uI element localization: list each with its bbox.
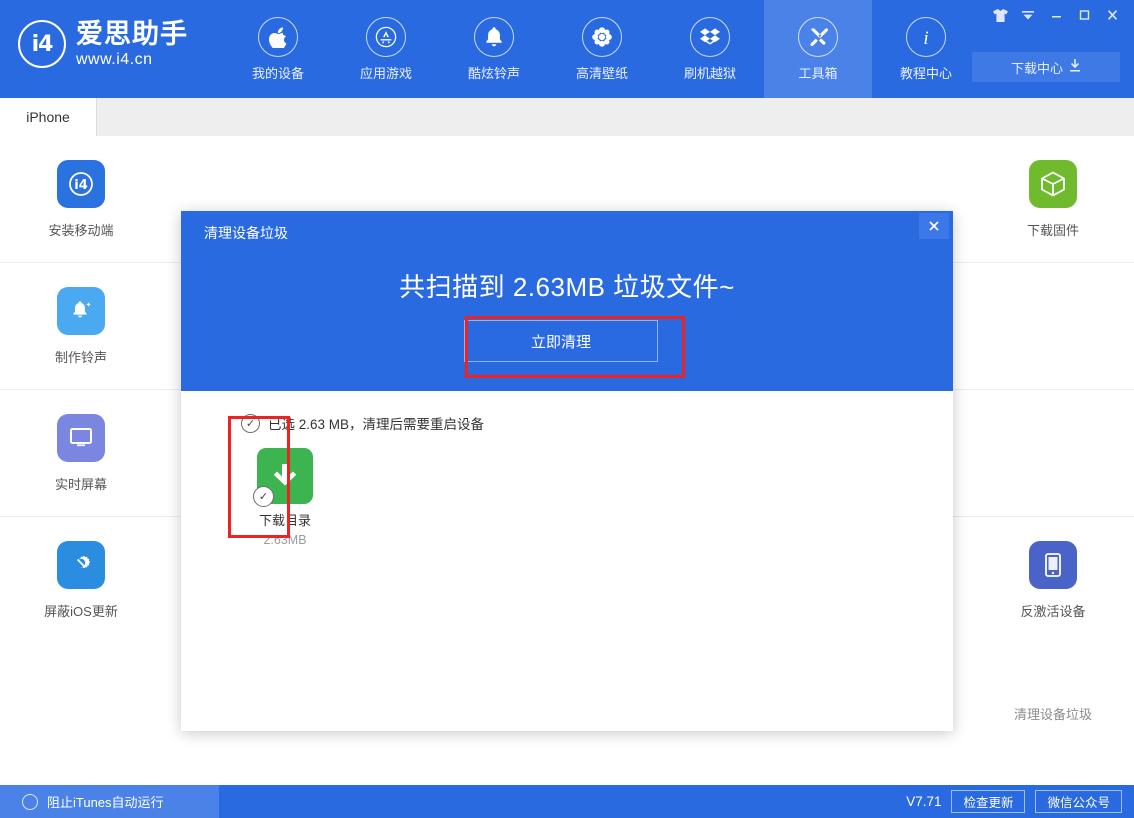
i4-logo-text: i4 <box>31 31 54 57</box>
nav-label: 应用游戏 <box>359 65 412 81</box>
content-area: iPhone i4 安装移动端 下载固件 制作铃声 实时屏幕 屏蔽iOS更新 反… <box>0 98 1134 785</box>
check-glyph: ✓ <box>258 491 269 503</box>
nav-label: 工具箱 <box>798 65 838 81</box>
check-update-label: 检查更新 <box>963 796 1014 810</box>
nav-item-tutorials[interactable]: i 教程中心 <box>872 0 980 98</box>
nav-item-apps-games[interactable]: 应用游戏 <box>332 0 440 98</box>
nav-label: 高清壁纸 <box>575 65 628 81</box>
clean-junk-dialog: 清理设备垃圾 共扫描到 2.63MB 垃圾文件~ 立即清理 ✓ 已选 2.63 <box>181 211 953 731</box>
file-icon-wrap: ✓ <box>253 448 313 507</box>
info-icon: i <box>906 16 946 57</box>
tool-make-ringtone[interactable]: 制作铃声 <box>0 263 162 390</box>
scan-result-headline: 共扫描到 2.63MB 垃圾文件~ <box>399 272 735 302</box>
version-label: V7.71 <box>906 794 942 809</box>
maximize-icon[interactable] <box>1072 5 1096 25</box>
dialog-body: ✓ 已选 2.63 MB，清理后需要重启设备 ✓ 下载目录 2.63MB <box>181 391 953 731</box>
monitor-icon <box>57 413 105 462</box>
apple-icon <box>258 16 298 57</box>
tool-download-firmware[interactable]: 下载固件 <box>972 136 1134 263</box>
tool-block-ios-update[interactable]: 屏蔽iOS更新 <box>0 517 162 644</box>
toggle-circle-icon <box>22 793 38 810</box>
app-header: i4 爱思助手 www.i4.cn 我的设备 应用游戏 酷炫铃声 高清壁纸 刷机… <box>0 0 1134 98</box>
tablet-icon <box>1029 541 1077 589</box>
gear-block-icon <box>57 541 105 589</box>
i4-app-icon: i4 <box>57 159 105 208</box>
tool-deactivate-device[interactable]: 反激活设备 <box>972 517 1134 644</box>
dropbox-icon <box>690 16 730 57</box>
nav-label: 我的设备 <box>251 65 304 81</box>
close-icon[interactable] <box>1100 5 1124 25</box>
status-bar: 阻止iTunes自动运行 V7.71 检查更新 微信公众号 <box>0 785 1134 818</box>
file-size: 2.63MB <box>263 533 307 547</box>
nav-item-ringtones[interactable]: 酷炫铃声 <box>440 0 548 98</box>
dialog-header: 清理设备垃圾 共扫描到 2.63MB 垃圾文件~ 立即清理 <box>181 211 953 391</box>
download-center-label: 下载中心 <box>1010 60 1063 76</box>
wechat-label: 微信公众号 <box>1047 796 1110 810</box>
dialog-title: 清理设备垃圾 <box>204 225 288 241</box>
svg-text:i4: i4 <box>74 178 88 193</box>
i4-logo-icon: i4 <box>18 20 66 68</box>
wechat-button[interactable]: 微信公众号 <box>1035 790 1122 813</box>
file-name: 下载目录 <box>258 513 311 528</box>
tool-realtime-screen[interactable]: 实时屏幕 <box>0 390 162 517</box>
minimize-icon[interactable] <box>1044 5 1068 25</box>
block-itunes-label: 阻止iTunes自动运行 <box>47 795 164 810</box>
tool-install-mobile[interactable]: i4 安装移动端 <box>0 136 162 263</box>
device-tabstrip: iPhone <box>0 98 1134 137</box>
clean-now-label: 立即清理 <box>530 333 591 351</box>
selection-status: ✓ 已选 2.63 MB，清理后需要重启设备 <box>241 413 484 433</box>
tool-label: 屏蔽iOS更新 <box>44 604 118 619</box>
check-update-button[interactable]: 检查更新 <box>951 790 1026 813</box>
select-all-checkbox[interactable]: ✓ <box>241 413 260 433</box>
block-itunes-toggle[interactable]: 阻止iTunes自动运行 <box>0 785 219 818</box>
status-bar-right: V7.71 检查更新 微信公众号 <box>906 785 1122 818</box>
tools-icon <box>798 16 838 57</box>
tool-slot-empty <box>972 390 1134 517</box>
window-controls <box>988 5 1124 25</box>
nav-label: 酷炫铃声 <box>467 65 520 81</box>
junk-item-download-folder[interactable]: ✓ 下载目录 2.63MB <box>233 448 337 547</box>
nav-label: 刷机越狱 <box>683 65 736 81</box>
tool-label: 实时屏幕 <box>54 476 107 492</box>
nav-item-wallpapers[interactable]: 高清壁纸 <box>548 0 656 98</box>
tab-iphone[interactable]: iPhone <box>0 98 97 136</box>
nav-item-my-device[interactable]: 我的设备 <box>224 0 332 98</box>
nav-item-flash-jailbreak[interactable]: 刷机越狱 <box>656 0 764 98</box>
flower-icon <box>582 16 622 57</box>
tool-label: 下载固件 <box>1026 222 1079 238</box>
i4-assistant-window: i4 爱思助手 www.i4.cn 我的设备 应用游戏 酷炫铃声 高清壁纸 刷机… <box>0 0 1134 818</box>
bell-icon <box>474 16 514 57</box>
appstore-icon <box>366 16 406 57</box>
brand-name: 爱思助手 <box>76 18 188 49</box>
nav-item-toolbox[interactable]: 工具箱 <box>764 0 872 98</box>
menu-dropdown-icon[interactable] <box>1016 5 1040 25</box>
dialog-close-icon[interactable] <box>919 213 949 239</box>
check-glyph: ✓ <box>245 417 256 430</box>
tab-label: iPhone <box>26 109 70 125</box>
brand-url: www.i4.cn <box>76 50 153 68</box>
download-center-button[interactable]: 下载中心 <box>972 52 1120 82</box>
svg-text:i: i <box>923 28 928 48</box>
nav-label: 教程中心 <box>899 65 952 81</box>
clean-now-button[interactable]: 立即清理 <box>464 320 658 362</box>
bell-tile-icon <box>57 286 105 335</box>
tool-slot-empty <box>972 263 1134 390</box>
tool-label: 安装移动端 <box>48 222 114 238</box>
selection-status-text: 已选 2.63 MB，清理后需要重启设备 <box>268 417 485 432</box>
brand-logo: i4 爱思助手 www.i4.cn <box>18 20 188 68</box>
brand-text: 爱思助手 www.i4.cn <box>76 18 188 68</box>
cube-icon <box>1029 159 1077 208</box>
main-nav: 我的设备 应用游戏 酷炫铃声 高清壁纸 刷机越狱 工具箱 i 教程中心 <box>224 0 980 98</box>
download-icon <box>1069 59 1081 75</box>
item-checkbox[interactable]: ✓ <box>253 486 274 507</box>
tool-label: 制作铃声 <box>54 349 107 365</box>
tool-label: 反激活设备 <box>1020 604 1086 619</box>
skin-icon[interactable] <box>988 5 1012 25</box>
